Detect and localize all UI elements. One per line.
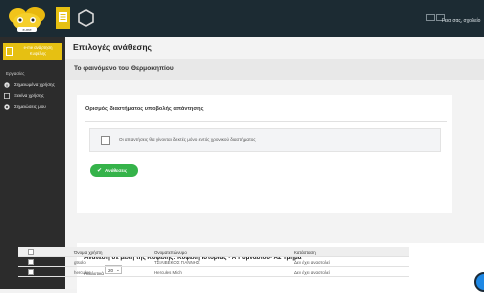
user-greeting[interactable]: Γεια σας, σχολείο [442, 18, 480, 24]
sidebar-item-3[interactable]: Σημειώσεις μου [4, 103, 62, 112]
hexagon-icon[interactable] [76, 8, 96, 28]
column-header-status[interactable]: Κατάσταση [294, 250, 316, 255]
assign-button-label: Ανάθεσεις [105, 167, 128, 173]
page-title: Επιλογές ανάθεσης [73, 42, 152, 52]
assignment-title: Το φαινόμενο του Θερμοκηπίου [74, 65, 174, 72]
username-cell: hercules [74, 269, 91, 275]
sidebar-item-1[interactable]: Σημειωμένα χρήσης [4, 81, 62, 90]
time-window-option: Οι απαντήσεις θα γίνονται δεκτές μόνο εν… [89, 128, 441, 152]
time-window-checkbox-label: Οι απαντήσεις θα γίνονται δεκτές μόνο εν… [119, 137, 256, 142]
logo-text: e-me [22, 27, 32, 32]
select-all-checkbox[interactable] [28, 249, 34, 255]
table-row: hercules Hercules Mich Δεν έχει αναστολε… [18, 267, 409, 277]
fullname-cell: ΤΣΙΛΙΒΕΚΟΣ ΓΙΑΝΝΗΣ [154, 259, 200, 265]
assign-button[interactable]: ✔ Ανάθεσεις [90, 164, 138, 177]
sidebar-item-2[interactable]: Ξεκίνα χρήσης [4, 92, 62, 101]
top-bar: e-me Γεια σας, σχολείο [0, 0, 484, 37]
row-checkbox[interactable] [28, 259, 34, 265]
time-window-card: Ορισμός διαστήματος υποβολής απάντησης Ο… [77, 95, 452, 213]
sidebar-item-active[interactable]: e-me ανάρτηση Κυψέλης [3, 43, 62, 60]
sidebar-item-label: Σημειωμένα χρήσης [14, 82, 55, 87]
status-cell: Δεν έχει αναστολεί [294, 259, 330, 265]
assignment-subheader: Το φαινόμενο του Θερμοκηπίου [65, 59, 484, 80]
time-window-checkbox[interactable] [101, 136, 110, 145]
table-header-row: Όνομα χρήστη Ονοματεπώνυμο Κατάσταση [18, 247, 409, 257]
username-cell: gtsolo [74, 259, 86, 265]
sidebar-item-label: Ξεκίνα χρήσης [14, 93, 44, 98]
info-circle-icon [4, 82, 10, 88]
time-window-title: Ορισμός διαστήματος υποβολής απάντησης [85, 106, 204, 112]
divider [85, 121, 447, 122]
column-header-fullname[interactable]: Ονοματεπώνυμο [154, 250, 187, 255]
e-me-logo[interactable]: e-me [6, 4, 48, 34]
table-row: gtsolo ΤΣΙΛΙΒΕΚΟΣ ΓΙΑΝΝΗΣ Δεν έχει αναστ… [18, 257, 409, 267]
sidebar-item-label: Σημειώσεις μου [14, 104, 46, 109]
check-icon: ✔ [97, 168, 103, 174]
fullname-cell: Hercules Mich [154, 269, 182, 275]
notification-icon[interactable] [426, 14, 435, 21]
row-checkbox[interactable] [28, 269, 34, 275]
document-icon [6, 47, 13, 56]
target-icon [4, 104, 10, 110]
sidebar-section-title: Εργασίες [6, 71, 25, 76]
status-cell: Δεν έχει αναστολεί [294, 269, 330, 275]
column-header-username[interactable]: Όνομα χρήστη [74, 250, 102, 255]
document-icon[interactable] [56, 7, 70, 29]
sidebar-item-label: e-me ανάρτηση Κυψέλης [23, 45, 53, 56]
document-icon [4, 93, 10, 99]
